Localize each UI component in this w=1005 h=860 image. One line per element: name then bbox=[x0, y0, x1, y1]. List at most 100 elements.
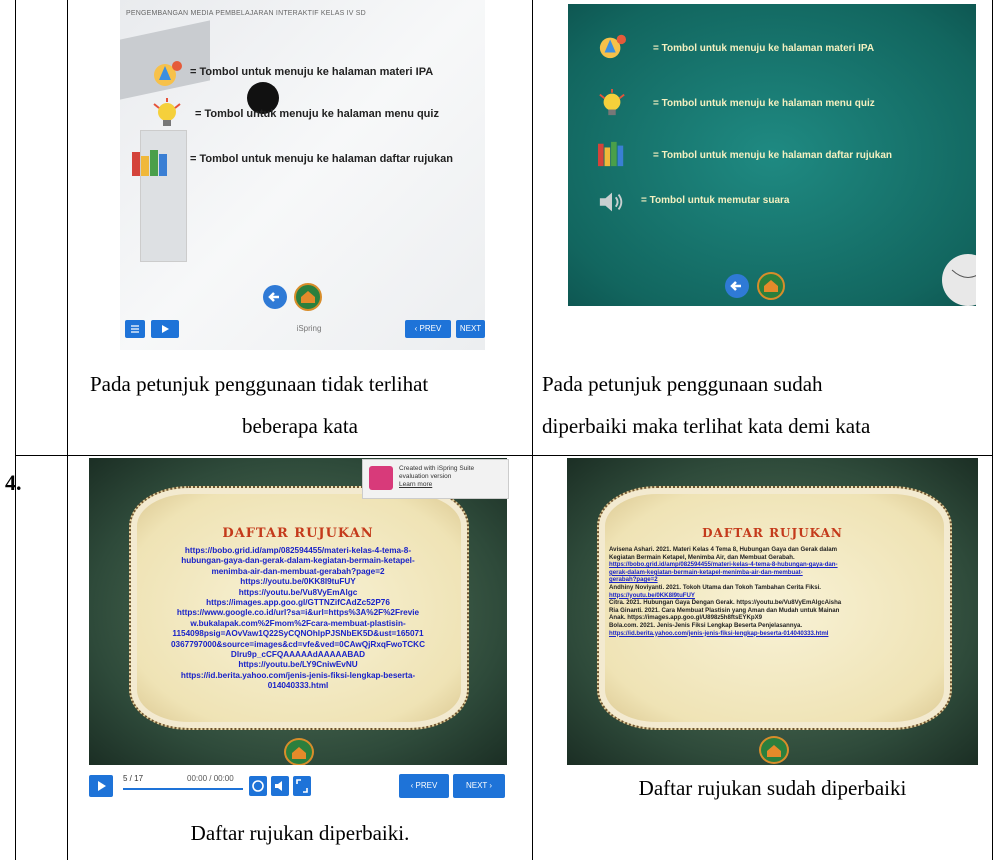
home-icon bbox=[767, 745, 781, 757]
slide-menu-old: PENGEMBANGAN MEDIA PEMBELAJARAN INTERAKT… bbox=[120, 0, 485, 350]
table-row-separator bbox=[15, 455, 993, 456]
prev-button[interactable]: ‹ PREV bbox=[399, 774, 449, 798]
reference-entry-list: Avisena Ashari. 2021. Materi Kelas 4 Tem… bbox=[609, 546, 949, 637]
table-border-right bbox=[992, 0, 993, 860]
reference-citation-line: Anak. https://images.app.goo.gl/U898z5h8… bbox=[609, 614, 763, 622]
caption-ref-after: Daftar rujukan sudah diperbaiki bbox=[638, 776, 907, 800]
learn-more-link[interactable]: Learn more bbox=[399, 481, 474, 489]
reference-citation-line: Andhiny Noviyanti. 2021. Tokoh Utama dan… bbox=[609, 583, 821, 591]
replay-icon bbox=[252, 780, 264, 792]
home-button[interactable] bbox=[757, 272, 785, 300]
prev-button[interactable]: ‹ PREV bbox=[405, 320, 451, 338]
play-button[interactable] bbox=[151, 320, 179, 338]
reference-url-line[interactable]: gerak-dalam-kegiatan-bermain-ketapel-men… bbox=[609, 569, 949, 577]
legend-quiz-label: = Tombol untuk menuju ke halaman menu qu… bbox=[653, 98, 875, 109]
player-controls: 5 / 17 00:00 / 00:00 ‹ PREV NEXT › bbox=[89, 772, 506, 800]
ispring-logo bbox=[369, 466, 393, 490]
ispring-brand: iSpring bbox=[296, 324, 322, 333]
books-icon bbox=[132, 150, 167, 176]
caption-before-line2: beberapa kata bbox=[241, 414, 358, 438]
reference-url-line[interactable]: https://bobo.grid.id/amp/082594455/mater… bbox=[609, 561, 949, 569]
globe-decoration bbox=[942, 254, 976, 306]
play-button[interactable] bbox=[89, 775, 113, 797]
volume-icon bbox=[275, 781, 282, 791]
reference-link-list: https://bobo.grid.id/amp/082594455/mater… bbox=[149, 546, 447, 692]
caption-ref-before: Daftar rujukan diperbaiki. bbox=[190, 821, 410, 845]
speaker-icon bbox=[599, 192, 623, 212]
reference-citation-line: Avisena Ashari. 2021. Materi Kelas 4 Tem… bbox=[609, 546, 838, 553]
slide-references-new: DAFTAR RUJUKAN Avisena Ashari. 2021. Mat… bbox=[567, 458, 978, 765]
home-button[interactable] bbox=[759, 736, 789, 764]
list-icon bbox=[131, 325, 139, 333]
idea-bulb-icon bbox=[153, 98, 181, 126]
reference-link-line[interactable]: https://youtu.be/0KK8I9tuFUY bbox=[149, 577, 447, 587]
fullscreen-button[interactable] bbox=[293, 776, 311, 796]
back-button[interactable] bbox=[263, 285, 287, 309]
play-icon bbox=[162, 325, 169, 333]
reference-link-line[interactable]: https://bobo.grid.id/amp/082594455/mater… bbox=[149, 546, 447, 556]
reference-link-line[interactable]: https://youtu.be/LY9CniwEvNU bbox=[149, 660, 447, 670]
slide-header: PENGEMBANGAN MEDIA PEMBELAJARAN INTERAKT… bbox=[126, 10, 366, 17]
slide-menu-new: = Tombol untuk menuju ke halaman materi … bbox=[568, 4, 976, 306]
science-icon bbox=[154, 61, 182, 86]
badge-line-2: evaluation version bbox=[399, 473, 452, 480]
reference-citation-line: Ria Ginanti. 2021. Cara Membuat Plastisi… bbox=[609, 606, 840, 614]
home-button[interactable] bbox=[284, 738, 314, 765]
books-icon bbox=[598, 141, 624, 167]
reference-citation-line: Citra. 2021. Hubungan Gaya Dengan Gerak.… bbox=[609, 599, 842, 607]
reference-link-line[interactable]: 0367797000&source=images&cd=vfe&ved=0CAw… bbox=[149, 640, 447, 650]
legend-sound-label: = Tombol untuk memutar suara bbox=[641, 195, 790, 206]
back-arrow-icon bbox=[730, 281, 741, 291]
legend-references-label: = Tombol untuk menuju ke halaman daftar … bbox=[653, 150, 893, 161]
row-number: 4. bbox=[5, 470, 22, 495]
badge-line-1: Created with iSpring Suite bbox=[399, 465, 475, 472]
slide-references-old: DAFTAR RUJUKAN https://bobo.grid.id/amp/… bbox=[89, 458, 507, 765]
home-icon bbox=[301, 291, 315, 303]
table-divider-number bbox=[67, 0, 68, 860]
reference-link-line[interactable]: https://www.google.co.id/url?sa=i&url=ht… bbox=[149, 608, 447, 618]
reference-url-line[interactable]: https://id.berita.yahoo.com/jenis-jenis-… bbox=[609, 630, 949, 638]
next-button[interactable]: NEXT › bbox=[453, 774, 505, 798]
table-border-left bbox=[15, 0, 16, 860]
fullscreen-icon bbox=[296, 779, 308, 793]
legend-quiz-label: = Tombol untuk menuju ke halaman menu qu… bbox=[195, 108, 439, 120]
next-button[interactable]: NEXT bbox=[456, 320, 485, 338]
table-divider-middle bbox=[532, 0, 533, 860]
caption-after-line1: Pada petunjuk penggunaan sudah bbox=[542, 372, 823, 396]
references-title: DAFTAR RUJUKAN bbox=[702, 526, 843, 540]
reference-citation-line: Kegiatan Bermain Ketapel, Menimba Air, d… bbox=[609, 553, 795, 561]
reference-url-line[interactable]: gerabah?page=2 bbox=[609, 576, 949, 584]
replay-button[interactable] bbox=[249, 776, 267, 796]
home-icon bbox=[764, 280, 778, 292]
reference-citation-line: Bola.com. 2021. Jenis-Jenis Fiksi Lengka… bbox=[609, 621, 803, 629]
reference-url-line[interactable]: https://youtu.be/0KK8I9tuFUY bbox=[609, 592, 949, 600]
reference-link-line[interactable]: https://id.berita.yahoo.com/jenis-jenis-… bbox=[149, 671, 447, 681]
outline-button[interactable] bbox=[125, 320, 145, 338]
reference-link-line[interactable]: w.bukalapak.com%2Fmom%2Fcara-membuat-pla… bbox=[149, 619, 447, 629]
play-icon bbox=[98, 781, 106, 791]
volume-button[interactable] bbox=[271, 776, 289, 796]
progress-track[interactable] bbox=[123, 788, 243, 790]
idea-bulb-icon bbox=[599, 89, 625, 116]
home-button[interactable] bbox=[294, 283, 322, 311]
reference-link-line[interactable]: menimba-air-dan-membuat-gerabah?page=2 bbox=[149, 567, 447, 577]
ispring-evaluation-badge[interactable]: Created with iSpring Suite evaluation ve… bbox=[362, 459, 509, 499]
back-button[interactable] bbox=[725, 274, 749, 298]
legend-references-label: = Tombol untuk menuju ke halaman daftar … bbox=[190, 153, 453, 165]
reference-link-line[interactable]: 1154098psig=AOvVaw1Q22SyCQNOhlpPJSNbEK5D… bbox=[149, 629, 447, 639]
reference-link-line[interactable]: hubungan-gaya-dan-gerak-dalam-kegiatan-b… bbox=[149, 556, 447, 566]
back-arrow-icon bbox=[268, 292, 279, 302]
reference-link-line[interactable]: Dlru9p_cCFQAAAAAdAAAAABAD bbox=[149, 650, 447, 660]
reference-link-line[interactable]: 014040333.html bbox=[149, 681, 447, 691]
science-icon bbox=[599, 34, 626, 59]
caption-before-line1: Pada petunjuk penggunaan tidak terlihat bbox=[90, 372, 429, 396]
page-counter: 5 / 17 bbox=[123, 774, 144, 783]
references-title: DAFTAR RUJUKAN bbox=[222, 526, 374, 541]
time-display: 00:00 / 00:00 bbox=[187, 774, 234, 783]
home-icon bbox=[292, 747, 306, 759]
legend-science-label: = Tombol untuk menuju ke halaman materi … bbox=[653, 43, 875, 54]
caption-after-line2: diperbaiki maka terlihat kata demi kata bbox=[542, 414, 871, 438]
reference-link-line[interactable]: https://images.app.goo.gl/GTTNZifCAdZc52… bbox=[149, 598, 447, 608]
legend-science-label: = Tombol untuk menuju ke halaman materi … bbox=[190, 66, 434, 78]
reference-link-line[interactable]: https://youtu.be/Vu8VyEmAlgc bbox=[149, 588, 447, 598]
